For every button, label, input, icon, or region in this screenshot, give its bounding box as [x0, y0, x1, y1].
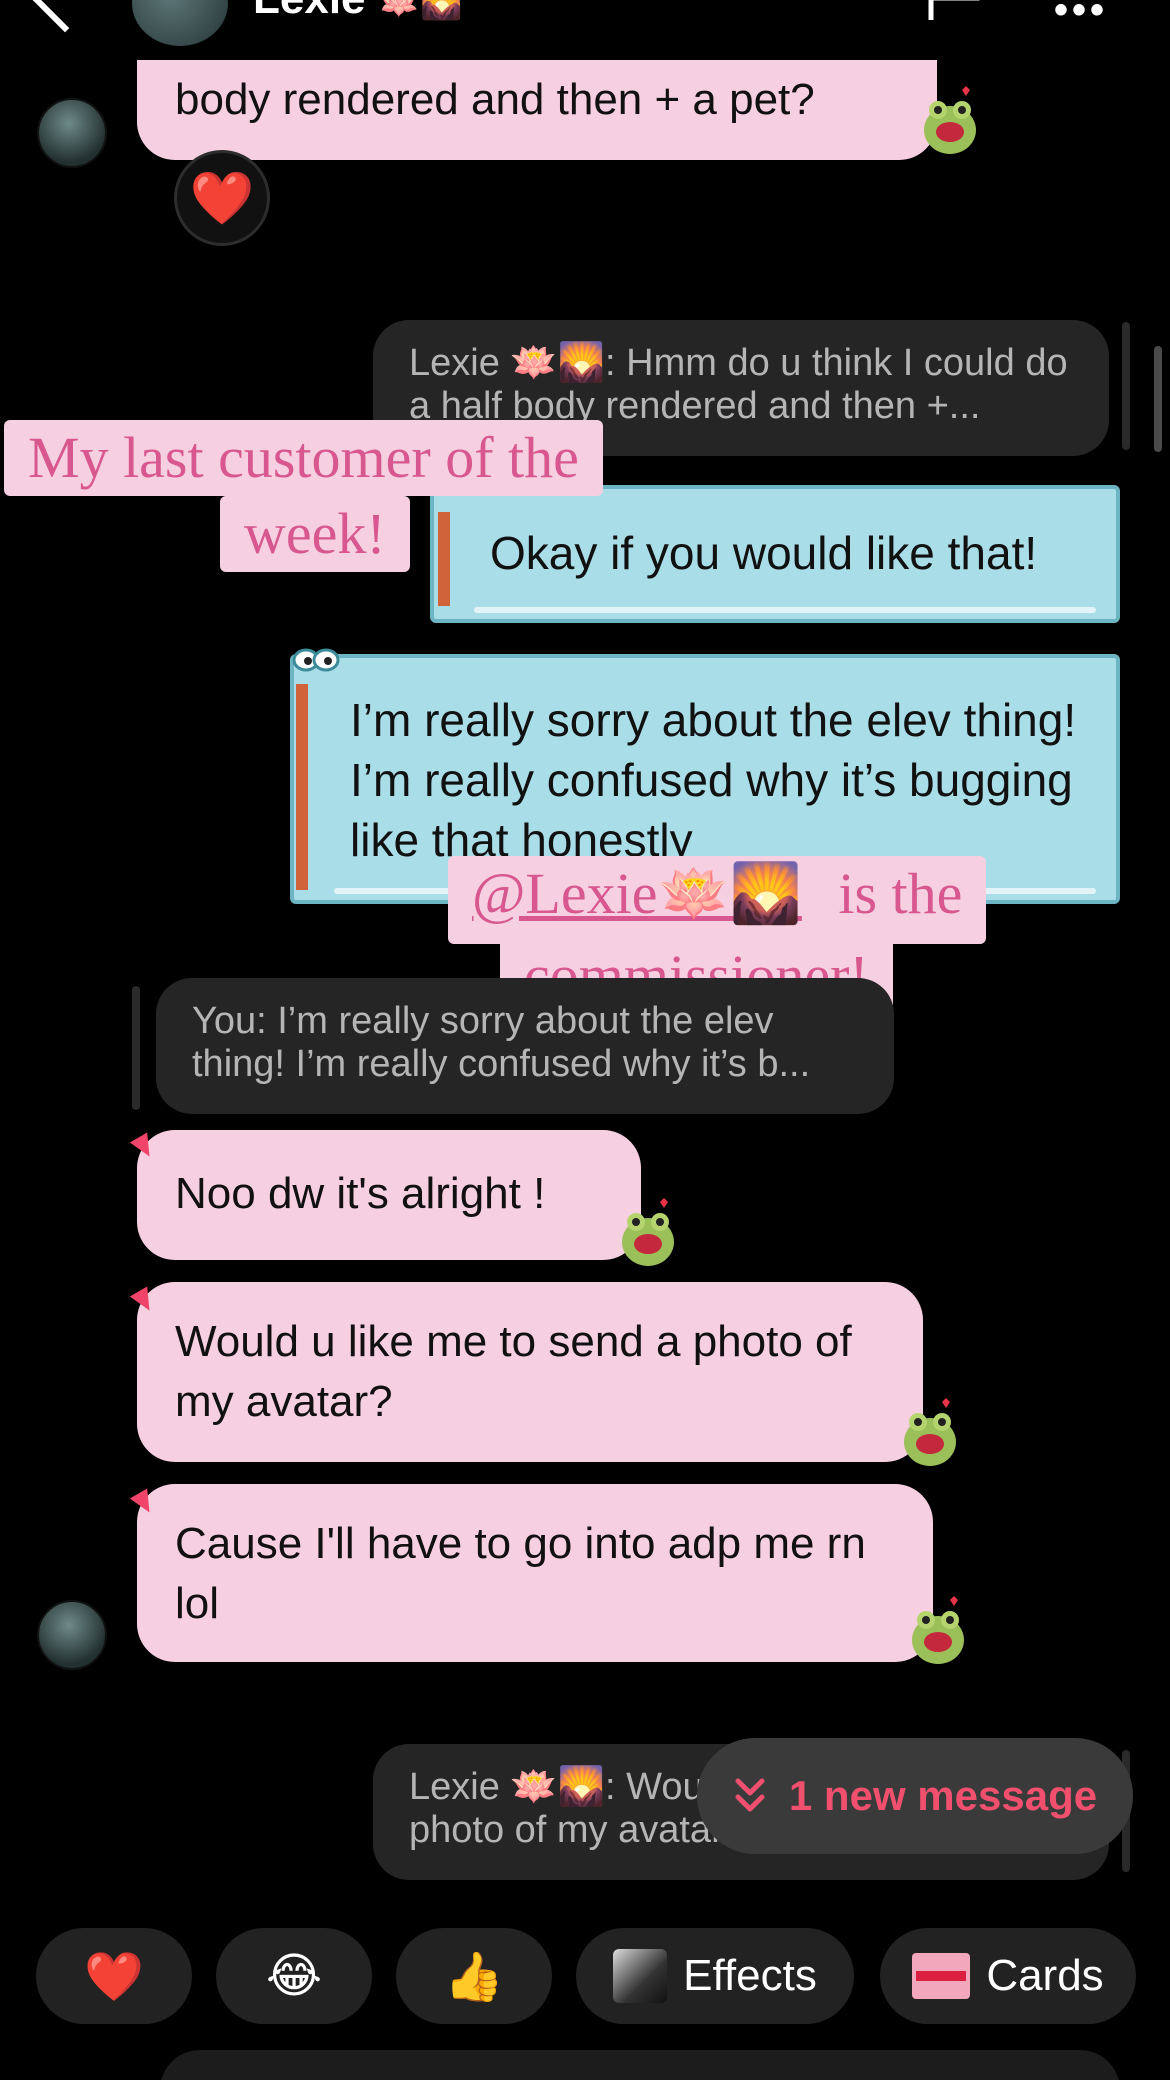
sender-avatar[interactable] [37, 1600, 107, 1670]
quick-reaction-laugh[interactable]: 😂 [216, 1928, 372, 2024]
cards-label: Cards [986, 1951, 1104, 2000]
text-sticker[interactable]: My last customer of the [4, 420, 603, 496]
contact-name-text: Lexie [253, 0, 366, 23]
double-chevron-down-icon [735, 1778, 765, 1812]
message-text: body rendered and then + a pet? [175, 75, 815, 124]
bubble-accent-edge [438, 512, 450, 606]
heart-reaction-emoji: ❤️ [189, 170, 255, 228]
flag-icon[interactable] [925, 0, 985, 22]
message-text: Cause I'll have to go into adp me rn lol [175, 1519, 866, 1628]
reply-preview-text: Lexie 🪷🌄: Hmm do u think I could do a ha… [409, 342, 1068, 427]
heart-icon: ❤️ [84, 1950, 144, 2004]
header-avatar[interactable] [132, 0, 228, 46]
scrollbar-thumb[interactable] [1154, 346, 1162, 452]
sticker-text: My last customer of the [28, 425, 579, 490]
message-input-field[interactable] [160, 2050, 1120, 2080]
text-sticker[interactable]: @Lexie🪷🌄 is the [448, 856, 987, 944]
sender-avatar[interactable] [37, 98, 107, 168]
new-message-button[interactable]: 1 new message [697, 1738, 1133, 1854]
quick-reaction-thumbs-up[interactable]: 👍 [396, 1928, 552, 2024]
message-text: Okay if you would like that! [490, 527, 1038, 579]
dino-eyes-icon [292, 648, 340, 672]
cards-button[interactable]: Cards [880, 1928, 1136, 2024]
reply-preview[interactable]: You: I’m really sorry about the elev thi… [156, 978, 894, 1114]
sticker-text: is the [838, 861, 963, 926]
heart-reaction-badge[interactable]: ❤️ [174, 150, 270, 246]
received-message-bubble[interactable]: Cause I'll have to go into adp me rn lol [137, 1484, 933, 1662]
contact-name-emoji: 🪷🌄 [377, 0, 463, 21]
sent-message-bubble[interactable]: Okay if you would like that! [430, 485, 1120, 623]
frog-sticker-icon [622, 1198, 674, 1266]
gift-ribbon-icon [912, 1953, 971, 1999]
thumbs-up-icon: 👍 [444, 1950, 504, 2004]
reply-indicator-bar [1122, 322, 1130, 450]
reply-indicator-bar [132, 986, 140, 1110]
effects-thumbnail-icon [613, 1949, 668, 2003]
reply-preview-text: You: I’m really sorry about the elev thi… [192, 1000, 811, 1085]
frog-sticker-icon [904, 1398, 956, 1466]
effects-label: Effects [683, 1951, 817, 2000]
back-arrow-icon[interactable] [29, 0, 101, 33]
text-sticker[interactable]: week! [220, 496, 410, 572]
new-message-label: 1 new message [788, 1772, 1098, 1819]
sticker-text: week! [244, 501, 386, 566]
bubble-decoration [474, 607, 1096, 613]
frog-sticker-icon [912, 1596, 964, 1664]
message-text: Noo dw it's alright ! [175, 1169, 546, 1218]
received-message-bubble[interactable]: body rendered and then + a pet? [137, 60, 937, 160]
message-text: I’m really sorry about the elev thing! I… [350, 694, 1077, 866]
mention-link[interactable]: @Lexie🪷🌄 [472, 861, 802, 926]
received-message-bubble[interactable]: Would u like me to send a photo of my av… [137, 1282, 923, 1462]
contact-name[interactable]: Lexie 🪷🌄 [253, 0, 462, 24]
frog-sticker-icon [924, 86, 976, 154]
bubble-accent-edge [296, 684, 308, 890]
received-message-bubble[interactable]: Noo dw it's alright ! [137, 1130, 641, 1260]
message-text: Would u like me to send a photo of my av… [175, 1317, 852, 1426]
quick-reaction-heart[interactable]: ❤️ [36, 1928, 192, 2024]
more-options-icon[interactable]: ••• [1054, 0, 1108, 33]
effects-button[interactable]: Effects [576, 1928, 854, 2024]
laughing-emoji-icon: 😂 [265, 1950, 323, 2003]
